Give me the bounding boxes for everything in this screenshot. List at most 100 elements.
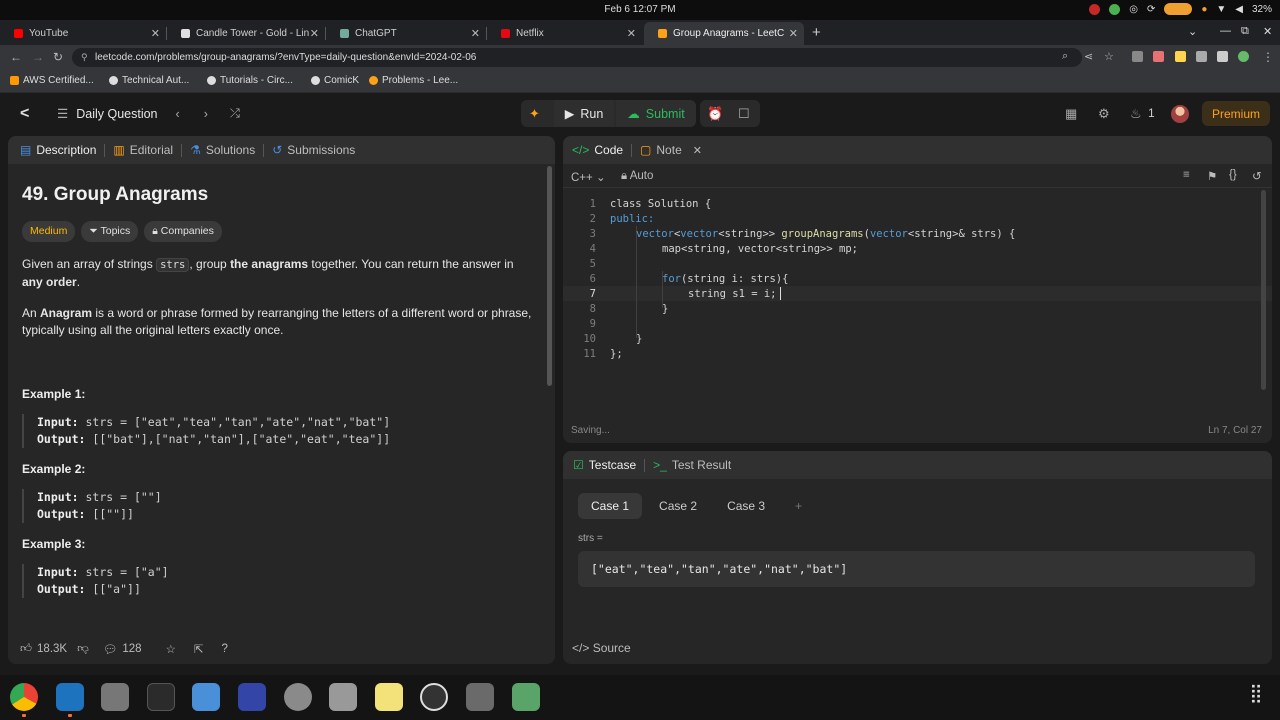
scrollbar[interactable] (547, 166, 552, 386)
wifi-icon[interactable]: ▼ (1216, 4, 1226, 15)
bookmark-item[interactable]: AWS Certified... (10, 75, 94, 86)
browser-tab-candle-tower[interactable]: Candle Tower - Gold - Lin ✕ (167, 22, 325, 45)
browser-tab-leetcode[interactable]: Group Anagrams - LeetC ✕ (644, 22, 804, 45)
tab-test-result[interactable]: >_ Test Result (645, 458, 739, 472)
trash-icon[interactable] (512, 683, 540, 711)
avatar[interactable] (1171, 105, 1189, 123)
tab-search-icon[interactable]: ⌄ (1188, 25, 1197, 38)
browser-tab-netflix[interactable]: Netflix ✕ (487, 22, 642, 45)
terminal-icon[interactable] (147, 683, 175, 711)
thumbs-down-icon[interactable]: 👎︎ (77, 642, 89, 656)
chevron-right-icon[interactable]: › (204, 107, 208, 121)
bookmark-icon[interactable]: ⚑ (1207, 169, 1217, 183)
star-icon[interactable]: ☆ (166, 642, 176, 656)
tab-editorial[interactable]: ▥ Editorial (105, 143, 181, 157)
extension-icon[interactable] (1175, 51, 1186, 62)
help-icon[interactable]: ? (222, 643, 228, 655)
text-editor-icon[interactable] (192, 683, 220, 711)
source-button[interactable]: </> Source (572, 641, 631, 655)
search-icon[interactable] (329, 683, 357, 711)
profile-icon[interactable] (1238, 51, 1249, 62)
scrollbar[interactable] (1261, 190, 1266, 390)
reset-icon[interactable]: ↺ (1252, 169, 1262, 183)
tab-note[interactable]: ▢ Note ✕ (632, 143, 710, 157)
tab-submissions[interactable]: ↺ Submissions (264, 143, 363, 157)
maximize-icon[interactable]: ⧉ (1241, 25, 1249, 38)
chevron-left-icon[interactable]: ‹ (176, 107, 180, 121)
like-count[interactable]: 18.3K (37, 643, 67, 655)
daily-question-label[interactable]: Daily Question (76, 107, 157, 121)
bookmark-item[interactable]: Problems - Lee... (369, 75, 458, 86)
timer-icon[interactable]: ⏰ (707, 106, 723, 122)
premium-button[interactable]: Premium (1202, 101, 1270, 126)
app-grid-icon[interactable]: ⣿ (1242, 683, 1270, 711)
settings-gear-icon[interactable]: ⚙ (1098, 106, 1110, 122)
sticky-notes-icon[interactable] (375, 683, 403, 711)
close-icon[interactable]: ✕ (471, 27, 480, 40)
settings-gear-icon[interactable] (284, 683, 312, 711)
extensions-puzzle-icon[interactable] (1196, 51, 1207, 62)
close-icon[interactable]: ✕ (693, 144, 702, 157)
files-icon[interactable] (101, 683, 129, 711)
close-window-icon[interactable]: ✕ (1263, 25, 1272, 38)
lock-icon[interactable]: ⚲ (81, 52, 88, 63)
forward-icon[interactable]: → (32, 50, 44, 64)
braces-icon[interactable]: {} (1229, 169, 1237, 181)
submit-button[interactable]: ☁ Submit (616, 100, 696, 127)
close-icon[interactable]: ✕ (627, 27, 636, 40)
notes-icon[interactable]: ☐ (738, 106, 750, 122)
share-external-icon[interactable]: ⇱ (194, 642, 204, 656)
share-icon[interactable]: ⋖ (1084, 50, 1093, 63)
browser-tab-chatgpt[interactable]: ChatGPT ✕ (326, 22, 486, 45)
archive-icon[interactable] (466, 683, 494, 711)
chrome-indicator-icon[interactable] (1109, 3, 1121, 15)
shuffle-icon[interactable]: ⤮ (230, 106, 240, 121)
close-icon[interactable]: ✕ (310, 27, 319, 40)
testcase-input[interactable]: ["eat","tea","tan","ate","nat","bat"] (578, 551, 1255, 587)
whatsapp-icon[interactable]: ◎ (1129, 4, 1138, 15)
url-input[interactable]: ⚲ leetcode.com/problems/group-anagrams/?… (72, 48, 1082, 67)
extension-icon[interactable] (1132, 51, 1143, 62)
new-tab-button[interactable]: + (812, 24, 821, 41)
sync-icon[interactable]: ⟳ (1147, 4, 1155, 15)
run-button[interactable]: ▶ Run (554, 100, 614, 127)
bookmark-item[interactable]: Technical Aut... (109, 75, 189, 86)
reload-icon[interactable]: ↻ (53, 50, 63, 64)
comment-icon[interactable]: 💬︎ (103, 642, 118, 656)
tab-solutions[interactable]: ⚗ Solutions (182, 143, 263, 157)
language-select[interactable]: C++ ⌄ (571, 170, 606, 184)
case-tab-1[interactable]: Case 1 (578, 493, 643, 519)
tab-code[interactable]: </> Code (563, 143, 631, 157)
thumbs-up-icon[interactable]: 👍︎ (20, 642, 32, 656)
debugger-icon[interactable]: ✦ (529, 106, 540, 122)
screenshot-app-icon[interactable] (238, 683, 266, 711)
browser-tab-youtube[interactable]: YouTube ✕ (0, 22, 166, 45)
extension-icon[interactable] (1153, 51, 1164, 62)
code-editor[interactable]: 1 2 3 4 5 6 7 8 9 10 11 class Solution {… (563, 190, 1272, 416)
microphone-icon[interactable]: ● (1201, 4, 1207, 15)
menu-dots-icon[interactable]: ⋮ (1262, 50, 1274, 64)
add-case-icon[interactable]: + (782, 493, 815, 519)
obs-icon[interactable] (420, 683, 448, 711)
vscode-icon[interactable] (56, 683, 84, 711)
leetcode-logo-icon[interactable]: < (20, 105, 29, 123)
chrome-icon[interactable] (10, 683, 38, 711)
bookmark-item[interactable]: Tutorials - Circ... (207, 75, 293, 86)
page-title[interactable]: 49. Group Anagrams (22, 184, 532, 206)
case-tab-2[interactable]: Case 2 (646, 493, 710, 519)
battery-level[interactable]: 32% (1252, 4, 1272, 15)
minimize-icon[interactable]: — (1220, 25, 1231, 37)
tab-description[interactable]: ▤ Description (8, 143, 104, 157)
comment-count[interactable]: 128 (122, 643, 141, 655)
zoom-icon[interactable]: ⌕ (1062, 50, 1068, 63)
layout-grid-icon[interactable]: ▦ (1065, 106, 1077, 122)
format-icon[interactable]: ≡ (1183, 169, 1190, 181)
system-clock[interactable]: Feb 6 12:07 PM (0, 4, 1280, 15)
bookmark-item[interactable]: ComicK (311, 75, 359, 86)
bookmark-star-icon[interactable]: ☆ (1104, 50, 1114, 63)
recording-indicator-icon[interactable] (1164, 3, 1193, 15)
app-indicator-icon[interactable] (1089, 3, 1101, 15)
case-tab-3[interactable]: Case 3 (714, 493, 778, 519)
close-icon[interactable]: ✕ (151, 27, 160, 40)
close-icon[interactable]: ✕ (789, 27, 798, 40)
